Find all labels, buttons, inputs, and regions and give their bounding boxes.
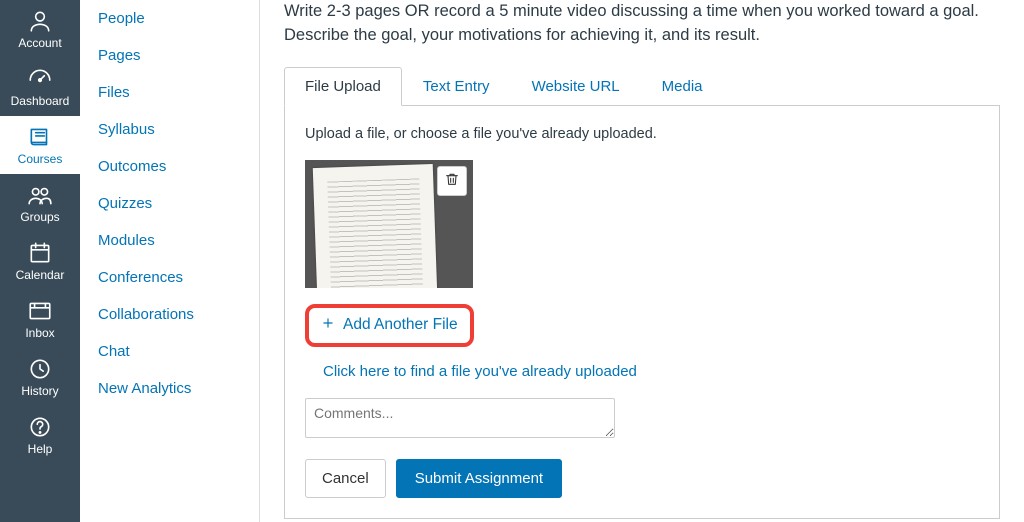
cancel-button[interactable]: Cancel: [305, 459, 386, 498]
assignment-description: Write 2-3 pages OR record a 5 minute vid…: [284, 0, 1000, 48]
main-content: Write 2-3 pages OR record a 5 minute vid…: [260, 0, 1024, 522]
nav-groups-label: Groups: [20, 210, 59, 224]
nav-dashboard-label: Dashboard: [11, 94, 70, 108]
nav-help-label: Help: [28, 442, 53, 456]
coursenav-files[interactable]: Files: [98, 74, 241, 111]
comments-textarea[interactable]: [305, 398, 615, 438]
plus-icon: [321, 316, 335, 335]
global-nav: Account Dashboard Courses Groups Calenda…: [0, 0, 80, 522]
nav-account-label: Account: [18, 36, 61, 50]
nav-courses[interactable]: Courses: [0, 116, 80, 174]
coursenav-chat[interactable]: Chat: [98, 333, 241, 370]
nav-account[interactable]: Account: [0, 0, 80, 58]
submission-tab-bar: File Upload Text Entry Website URL Media: [284, 66, 1000, 106]
nav-calendar-label: Calendar: [16, 268, 65, 282]
coursenav-collaborations[interactable]: Collaborations: [98, 296, 241, 333]
tab-website-url[interactable]: Website URL: [511, 67, 641, 106]
submit-assignment-button[interactable]: Submit Assignment: [396, 459, 562, 498]
course-nav: People Pages Files Syllabus Outcomes Qui…: [80, 0, 260, 522]
coursenav-modules[interactable]: Modules: [98, 222, 241, 259]
nav-inbox[interactable]: Inbox: [0, 290, 80, 348]
coursenav-outcomes[interactable]: Outcomes: [98, 148, 241, 185]
trash-icon: [444, 171, 460, 190]
coursenav-new-analytics[interactable]: New Analytics: [98, 370, 241, 407]
coursenav-pages[interactable]: Pages: [98, 37, 241, 74]
tab-text-entry[interactable]: Text Entry: [402, 67, 511, 106]
coursenav-quizzes[interactable]: Quizzes: [98, 185, 241, 222]
tab-media[interactable]: Media: [641, 67, 724, 106]
nav-calendar[interactable]: Calendar: [0, 232, 80, 290]
find-existing-file-link[interactable]: Click here to find a file you've already…: [323, 363, 979, 380]
remove-file-button[interactable]: [437, 166, 467, 196]
nav-history[interactable]: History: [0, 348, 80, 406]
nav-help[interactable]: Help: [0, 406, 80, 464]
add-another-file-button[interactable]: Add Another File: [315, 312, 464, 339]
thumbnail-image: [313, 164, 437, 288]
coursenav-syllabus[interactable]: Syllabus: [98, 111, 241, 148]
tab-file-upload[interactable]: File Upload: [284, 67, 402, 106]
nav-courses-label: Courses: [18, 152, 63, 166]
coursenav-conferences[interactable]: Conferences: [98, 259, 241, 296]
coursenav-people[interactable]: People: [98, 0, 241, 37]
nav-inbox-label: Inbox: [25, 326, 54, 340]
nav-dashboard[interactable]: Dashboard: [0, 58, 80, 116]
upload-instructions: Upload a file, or choose a file you've a…: [305, 126, 979, 142]
nav-history-label: History: [21, 384, 58, 398]
nav-groups[interactable]: Groups: [0, 174, 80, 232]
tab-panel-file-upload: Upload a file, or choose a file you've a…: [284, 106, 1000, 519]
highlight-add-another-file: Add Another File: [305, 304, 474, 347]
uploaded-file-thumbnail[interactable]: [305, 160, 473, 288]
submit-button-row: Cancel Submit Assignment: [305, 459, 979, 498]
add-another-file-label: Add Another File: [343, 316, 458, 334]
